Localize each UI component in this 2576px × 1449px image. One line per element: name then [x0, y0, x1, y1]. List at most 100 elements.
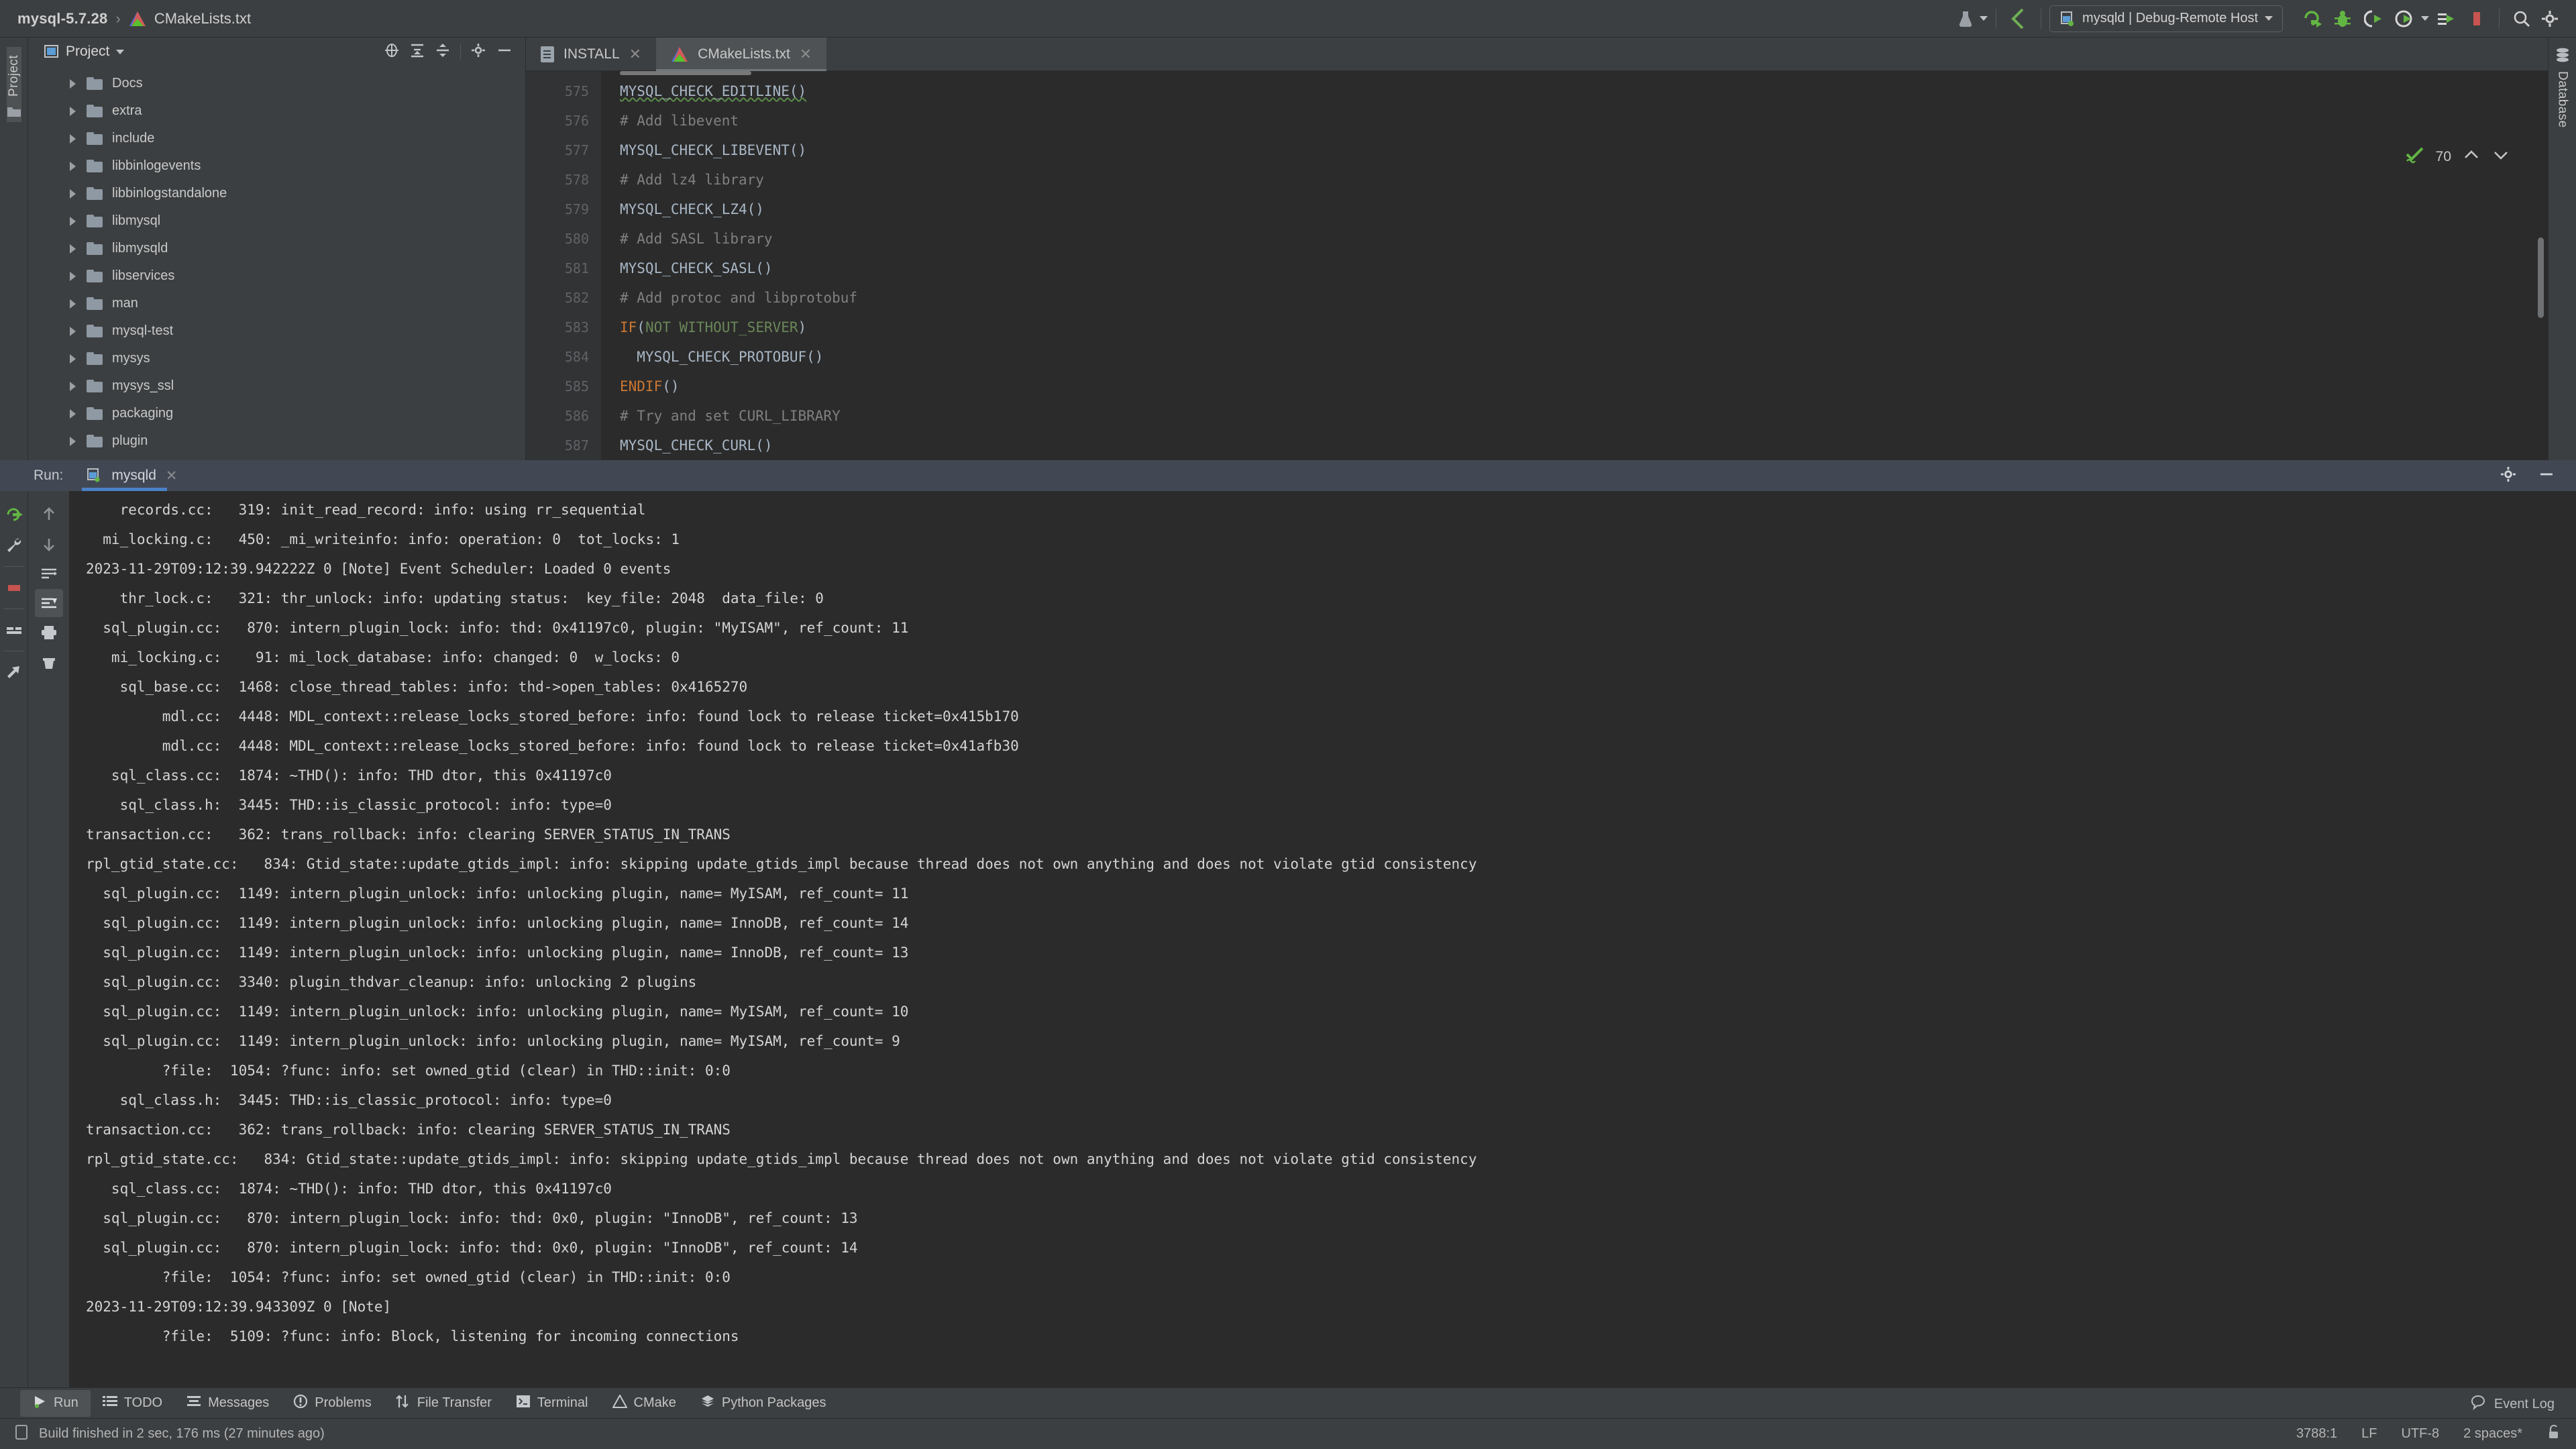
hide-panel-icon[interactable] — [496, 42, 513, 62]
tree-node[interactable]: libservices — [28, 262, 525, 290]
tree-node[interactable]: man — [28, 290, 525, 317]
gear-icon[interactable] — [470, 42, 486, 62]
search-icon[interactable] — [2508, 5, 2536, 33]
code-line[interactable]: MYSQL_CHECK_LIBEVENT() — [620, 136, 2548, 165]
code-line[interactable]: # Try and set CURL_LIBRARY — [620, 401, 2548, 431]
code-line[interactable]: MYSQL_CHECK_PROTOBUF() — [620, 342, 2548, 372]
project-tree[interactable]: Docs extra include libbinlogevents libbinlog… — [28, 66, 525, 460]
tree-node[interactable]: libmysqld — [28, 235, 525, 262]
chevron-right-icon[interactable] — [70, 133, 76, 144]
tool-window-button-file-transfer[interactable]: File Transfer — [384, 1390, 504, 1417]
prev-occurrence-button[interactable] — [35, 500, 63, 529]
chevron-right-icon[interactable] — [70, 299, 76, 309]
tree-node[interactable]: mysys — [28, 345, 525, 372]
gear-icon[interactable] — [2536, 5, 2564, 33]
line-separator[interactable]: LF — [2361, 1426, 2377, 1442]
chevron-right-icon[interactable] — [70, 409, 76, 419]
code-line[interactable]: ENDIF() — [620, 372, 2548, 401]
bug-icon[interactable] — [2328, 5, 2357, 33]
code-lines[interactable]: MYSQL_CHECK_EDITLINE() # Add libevent MYSQ… — [601, 71, 2548, 460]
console-output[interactable]: records.cc: 319: init_read_record: info:… — [70, 491, 2576, 1387]
chevron-right-icon[interactable] — [70, 436, 76, 446]
build-message[interactable]: Build finished in 2 sec, 176 ms (27 minu… — [39, 1426, 325, 1442]
tool-window-button-todo[interactable]: TODO — [91, 1391, 174, 1416]
hammer-build-icon[interactable] — [2298, 5, 2326, 33]
code-line[interactable]: MYSQL_CHECK_SASL() — [620, 254, 2548, 283]
code-line[interactable]: # Add lz4 library — [620, 165, 2548, 195]
scroll-from-source-icon[interactable] — [384, 42, 400, 62]
tree-node[interactable]: plugin — [28, 427, 525, 455]
gear-icon[interactable] — [2500, 466, 2517, 486]
clear-all-button[interactable] — [35, 648, 63, 676]
code-line[interactable]: # Add SASL library — [620, 224, 2548, 254]
indent-setting[interactable]: 2 spaces* — [2463, 1426, 2522, 1442]
stop-button[interactable] — [0, 574, 28, 602]
soft-wrap-button[interactable] — [35, 559, 63, 588]
tree-node[interactable]: extra — [28, 97, 525, 125]
tool-window-button-run[interactable]: Run — [20, 1389, 91, 1417]
tab-install[interactable]: INSTALL ✕ — [526, 38, 656, 70]
event-log-button[interactable]: Event Log — [2470, 1394, 2555, 1414]
expand-all-icon[interactable] — [409, 42, 425, 62]
run-arrow-icon[interactable] — [2359, 5, 2387, 33]
caret-position[interactable]: 3788:1 — [2296, 1426, 2337, 1442]
encoding[interactable]: UTF-8 — [2401, 1426, 2439, 1442]
code-line[interactable]: # Add libevent — [620, 106, 2548, 136]
edit-configuration-button[interactable] — [0, 531, 28, 559]
run-tab-mysqld[interactable]: mysqld ✕ — [82, 460, 181, 491]
close-icon[interactable]: ✕ — [800, 46, 812, 62]
chevron-right-icon[interactable] — [70, 244, 76, 254]
tree-node[interactable]: libbinlogstandalone — [28, 180, 525, 207]
chevron-right-icon[interactable] — [70, 106, 76, 116]
tab-cmakelists[interactable]: CMakeLists.txt ✕ — [656, 38, 827, 71]
tree-node[interactable]: Docs — [28, 70, 525, 97]
chevron-right-icon[interactable] — [70, 354, 76, 364]
tree-node[interactable]: libmysql — [28, 207, 525, 235]
chevron-right-icon[interactable] — [70, 381, 76, 391]
back-chevron-icon[interactable] — [2004, 5, 2033, 33]
run-configuration-selector[interactable]: mysqld | Debug-Remote Host — [2049, 5, 2283, 32]
tool-window-button-python-packages[interactable]: Python Packages — [688, 1390, 839, 1417]
tree-node[interactable]: mysql-test — [28, 317, 525, 345]
code-line[interactable]: MYSQL_CHECK_EDITLINE() — [620, 76, 2548, 106]
code-line[interactable]: # Add protoc and libprotobuf — [620, 283, 2548, 313]
chevron-down-icon[interactable] — [116, 49, 125, 54]
code-line[interactable]: MYSQL_CHECK_LZ4() — [620, 195, 2548, 224]
collapse-all-icon[interactable] — [435, 42, 451, 62]
profile-chevron-down-icon[interactable] — [1980, 16, 1988, 21]
tool-window-button-messages[interactable]: Messages — [174, 1391, 281, 1416]
scroll-to-end-button[interactable] — [34, 589, 63, 617]
tree-node[interactable]: packaging — [28, 400, 525, 427]
unlocked-icon[interactable] — [2546, 1424, 2561, 1444]
chevron-down-icon[interactable] — [2491, 148, 2510, 166]
code-line[interactable]: IF(NOT WITHOUT_SERVER) — [620, 313, 2548, 342]
tree-node[interactable]: mysys_ssl — [28, 372, 525, 400]
close-icon[interactable]: ✕ — [166, 468, 178, 484]
chevron-right-icon[interactable] — [70, 216, 76, 226]
hide-panel-icon[interactable] — [2537, 466, 2556, 486]
chevron-up-icon[interactable] — [2462, 148, 2481, 166]
code-line[interactable]: MYSQL_CHECK_CURL() — [620, 431, 2548, 460]
tool-window-button-problems[interactable]: Problems — [281, 1390, 383, 1417]
horizontal-scrollbar[interactable] — [620, 71, 751, 75]
coverage-icon[interactable] — [2390, 5, 2418, 33]
vertical-scrollbar[interactable] — [2538, 237, 2544, 318]
stop-square-icon[interactable] — [2463, 5, 2491, 33]
chevron-right-icon[interactable] — [70, 271, 76, 281]
chevron-right-icon[interactable] — [70, 326, 76, 336]
coverage-chevron-down-icon[interactable] — [2421, 16, 2429, 21]
chevron-right-icon[interactable] — [70, 189, 76, 199]
print-button[interactable] — [35, 619, 63, 647]
breadcrumb-root[interactable]: mysql-5.7.28 — [17, 10, 107, 28]
pin-tab-button[interactable] — [0, 658, 28, 686]
rerun-button[interactable] — [0, 500, 28, 529]
breadcrumb-file[interactable]: CMakeLists.txt — [154, 10, 251, 28]
sidebar-item-project[interactable]: Project — [6, 47, 21, 122]
chevron-down-icon[interactable] — [2265, 16, 2273, 21]
close-icon[interactable]: ✕ — [629, 46, 641, 62]
user-profile-icon[interactable] — [1951, 5, 1980, 33]
inspection-widget[interactable]: 70 — [2405, 146, 2510, 168]
sidebar-item-database[interactable]: Database — [2555, 47, 2571, 132]
code-area[interactable]: 575 576 577 578 579 580 581 582 583 584 585 586 587 … — [526, 71, 2548, 460]
attach-icon[interactable] — [2432, 5, 2460, 33]
